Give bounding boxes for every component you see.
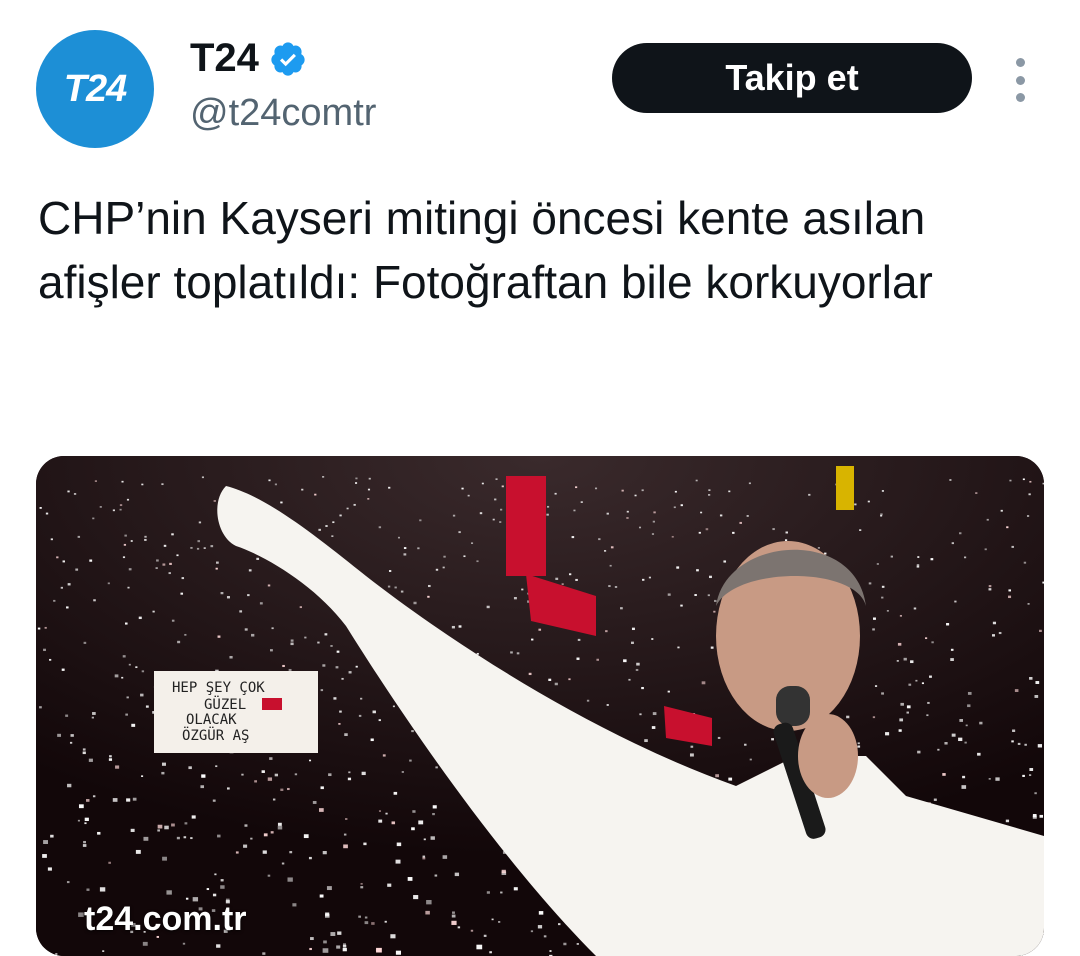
media-domain-label[interactable]: t24.com.tr — [84, 900, 247, 939]
verified-badge-icon — [269, 40, 307, 78]
avatar-logo-text: T24 — [64, 68, 126, 111]
red-banner — [506, 476, 546, 576]
avatar[interactable]: T24 — [36, 30, 154, 148]
sign-line-4: ÖZGÜR AŞ — [182, 726, 249, 744]
rally-photo: HEP ŞEY ÇOK GÜZEL OLACAK ÖZGÜR AŞ — [36, 456, 1044, 956]
tweet-text: CHP’nin Kayseri mitingi öncesi kente ası… — [38, 186, 1048, 314]
account-handle[interactable]: @t24comtr — [190, 92, 376, 135]
more-dot — [1016, 93, 1025, 102]
account-name[interactable]: T24 — [190, 36, 259, 81]
more-options-icon[interactable] — [1006, 58, 1034, 102]
more-dot — [1016, 76, 1025, 85]
follow-button[interactable]: Takip et — [612, 43, 972, 113]
sign-line-3: OLACAK — [186, 712, 237, 728]
tweet-media-image[interactable]: HEP ŞEY ÇOK GÜZEL OLACAK ÖZGÜR AŞ t24.co… — [36, 456, 1044, 956]
account-name-row: T24 — [190, 36, 307, 81]
yellow-banner — [836, 466, 854, 510]
more-dot — [1016, 58, 1025, 67]
sign-line-2: GÜZEL — [204, 695, 246, 713]
handwritten-sign: HEP ŞEY ÇOK GÜZEL OLACAK ÖZGÜR AŞ — [154, 671, 318, 753]
sign-line-1: HEP ŞEY ÇOK — [172, 680, 265, 696]
